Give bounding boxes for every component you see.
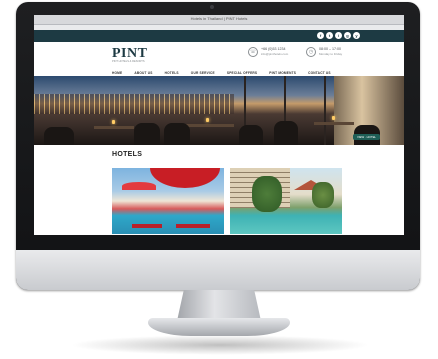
city-lights xyxy=(34,94,234,114)
clock-icon: ◷ xyxy=(306,47,316,57)
screen: Hotels in Thailand | PINT Hotels Apple i… xyxy=(34,15,404,235)
candle-lamp xyxy=(112,120,115,124)
window-frame xyxy=(324,76,326,145)
top-bar: f t i g y xyxy=(34,30,404,42)
office-days: Monday to Friday xyxy=(319,52,343,56)
browser-title-bar: Hotels in Thailand | PINT Hotels xyxy=(34,15,404,25)
nav-item-moments[interactable]: PINT MOMENTS xyxy=(269,71,296,75)
candle-lamp xyxy=(332,116,335,120)
red-umbrella xyxy=(150,168,220,188)
sun-lounger xyxy=(176,224,210,228)
hotel-card-garden-pool[interactable] xyxy=(230,168,342,234)
hotel-card-pool-umbrellas[interactable] xyxy=(112,168,224,234)
phone-icon: ☏ xyxy=(248,47,258,57)
nav-item-home[interactable]: HOME xyxy=(112,71,122,75)
main-nav: HOME ABOUT US HOTELS OUR SERVICE SPECIAL… xyxy=(112,71,331,75)
nav-item-about[interactable]: ABOUT US xyxy=(134,71,152,75)
tree xyxy=(312,182,334,208)
hero-badge[interactable]: VIEW · HOTEL xyxy=(353,134,380,140)
site-tagline: PINT HOTELS & RESORTS xyxy=(112,60,145,63)
social-links: f t i g y xyxy=(317,32,360,39)
monitor-chin xyxy=(16,250,420,290)
facebook-icon[interactable]: f xyxy=(317,32,324,39)
monitor-shadow xyxy=(70,335,370,355)
table xyxy=(184,124,234,127)
sun-lounger xyxy=(132,224,162,228)
table xyxy=(314,122,354,125)
chair xyxy=(164,123,190,145)
nav-item-hotels[interactable]: HOTELS xyxy=(165,71,179,75)
hero-banner: VIEW · HOTEL xyxy=(34,76,404,145)
nav-item-service[interactable]: OUR SERVICE xyxy=(191,71,215,75)
browser-title: Hotels in Thailand | PINT Hotels xyxy=(190,16,248,21)
twitter-icon[interactable]: t xyxy=(326,32,333,39)
contact-phone: ☏ +66 (0)53 1234 info@pinthotels.com xyxy=(248,47,288,57)
section-title: HOTELS xyxy=(112,151,143,158)
chair xyxy=(274,121,298,145)
chair xyxy=(134,123,160,145)
contact-hours: ◷ 08:00 – 17:00 Monday to Friday xyxy=(306,47,342,57)
table xyxy=(94,126,134,129)
nav-item-offers[interactable]: SPECIAL OFFERS xyxy=(227,71,257,75)
red-umbrella xyxy=(122,182,156,190)
youtube-icon[interactable]: y xyxy=(353,32,360,39)
tree xyxy=(252,176,282,212)
monitor-base xyxy=(148,318,290,336)
instagram-icon[interactable]: i xyxy=(335,32,342,39)
nav-item-contact[interactable]: CONTACT US xyxy=(308,71,331,75)
camera-dot xyxy=(210,5,214,9)
site-header: PINT PINT HOTELS & RESORTS ☏ +66 (0)53 1… xyxy=(34,42,404,76)
google-plus-icon[interactable]: g xyxy=(344,32,351,39)
candle-lamp xyxy=(206,118,209,122)
email-address[interactable]: info@pinthotels.com xyxy=(261,52,288,56)
chair xyxy=(239,125,263,145)
chair xyxy=(44,127,74,145)
